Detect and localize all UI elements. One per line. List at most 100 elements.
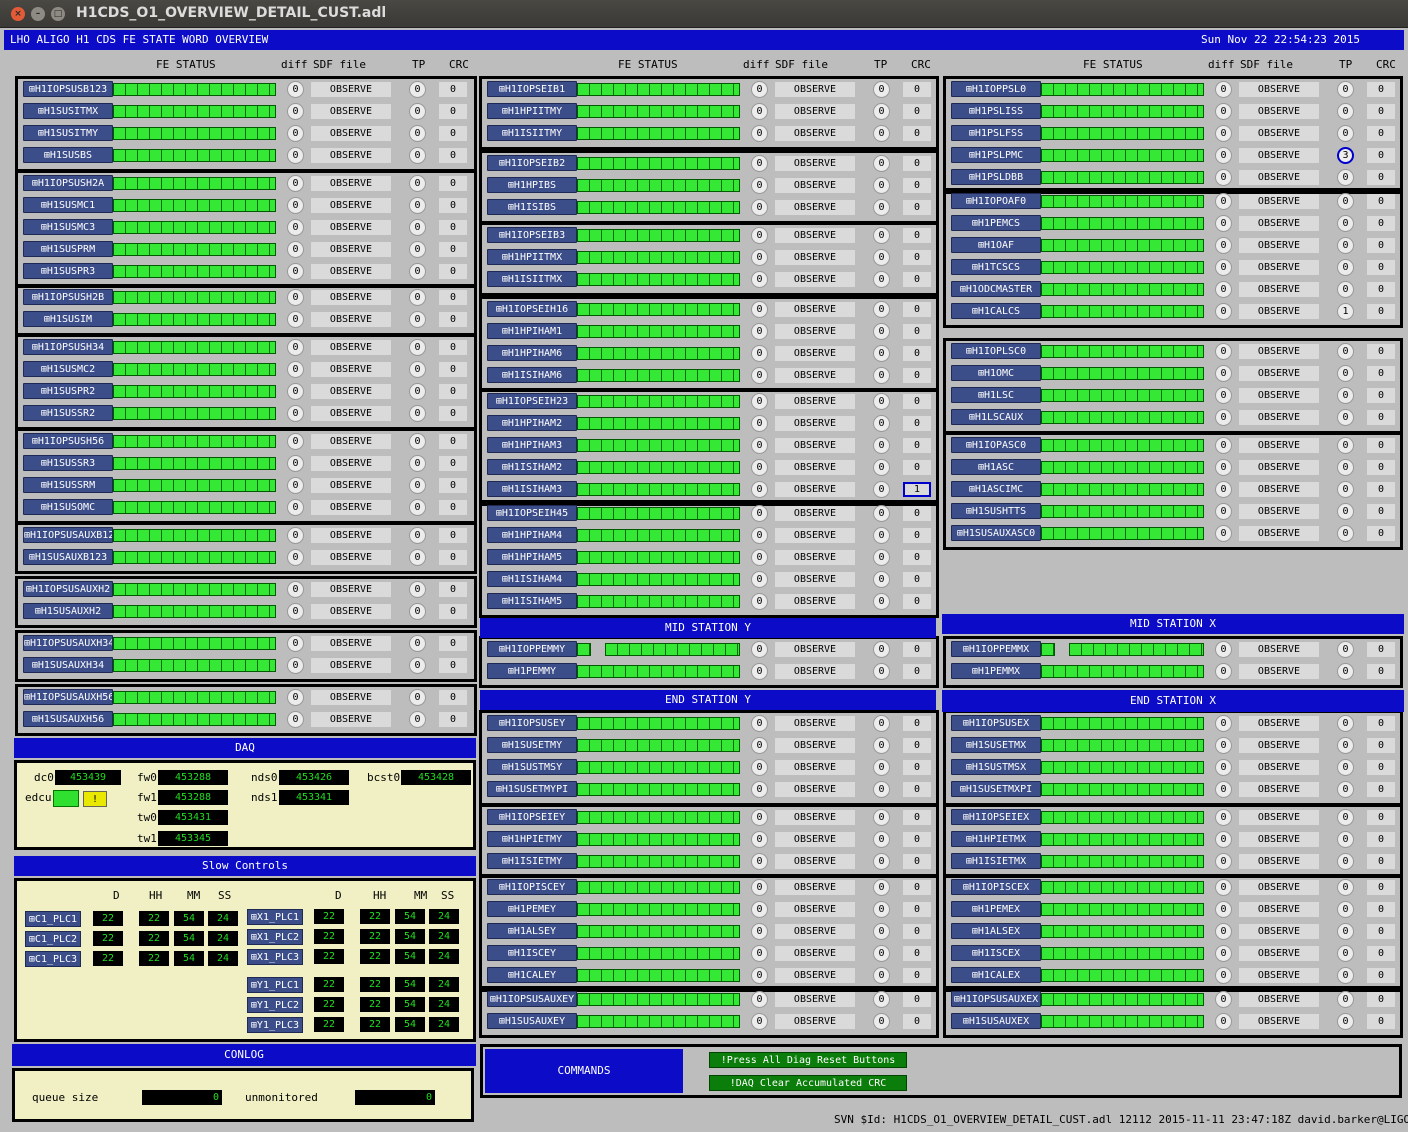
h1iscex-button[interactable]: ⊞H1ISCEX	[951, 945, 1041, 961]
h1iopasc0-button[interactable]: ⊞H1IOPASC0	[951, 437, 1041, 453]
h1asc-button[interactable]: ⊞H1ASC	[951, 459, 1041, 475]
h1sussr2-button[interactable]: ⊞H1SUSSR2	[23, 405, 113, 421]
h1iscey-button[interactable]: ⊞H1ISCEY	[487, 945, 577, 961]
h1susauxh2-button[interactable]: ⊞H1SUSAUXH2	[23, 603, 113, 619]
h1hpiham4-button[interactable]: ⊞H1HPIHAM4	[487, 527, 577, 543]
h1iopiscex-button[interactable]: ⊞H1IOPISCEX	[951, 879, 1041, 895]
h1iopseiey-button[interactable]: ⊞H1IOPSEIEY	[487, 809, 577, 825]
h1sussr3-button[interactable]: ⊞H1SUSSR3	[23, 455, 113, 471]
h1ioppsl0-button[interactable]: ⊞H1IOPPSL0	[951, 81, 1041, 97]
h1iopsusb123-button[interactable]: ⊞H1IOPSUSB123	[23, 81, 113, 97]
h1susauxb123-button[interactable]: ⊞H1SUSAUXB123	[23, 549, 113, 565]
h1ioppemmx-button[interactable]: ⊞H1IOPPEMMX	[951, 641, 1041, 657]
h1isietmx-button[interactable]: ⊞H1ISIETMX	[951, 853, 1041, 869]
h1calex-button[interactable]: ⊞H1CALEX	[951, 967, 1041, 983]
h1sussrm-button[interactable]: ⊞H1SUSSRM	[23, 477, 113, 493]
h1susauxh56-button[interactable]: ⊞H1SUSAUXH56	[23, 711, 113, 727]
h1susetmypi-button[interactable]: ⊞H1SUSETMYPI	[487, 781, 577, 797]
h1pemcs-button[interactable]: ⊞H1PEMCS	[951, 215, 1041, 231]
h1omc-button[interactable]: ⊞H1OMC	[951, 365, 1041, 381]
h1hpietmy-button[interactable]: ⊞H1HPIETMY	[487, 831, 577, 847]
h1susauxh34-button[interactable]: ⊞H1SUSAUXH34	[23, 657, 113, 673]
h1susauxex-button[interactable]: ⊞H1SUSAUXEX	[951, 1013, 1041, 1029]
h1hpietmx-button[interactable]: ⊞H1HPIETMX	[951, 831, 1041, 847]
minimize-icon[interactable]: –	[31, 7, 45, 21]
y1-plc1-button[interactable]: ⊞Y1_PLC1	[247, 977, 303, 993]
h1isiham5-button[interactable]: ⊞H1ISIHAM5	[487, 593, 577, 609]
h1susetmxpi-button[interactable]: ⊞H1SUSETMXPI	[951, 781, 1041, 797]
h1ioppemmy-button[interactable]: ⊞H1IOPPEMMY	[487, 641, 577, 657]
h1susbs-button[interactable]: ⊞H1SUSBS	[23, 147, 113, 163]
h1iopoaf0-button[interactable]: ⊞H1IOPOAF0	[951, 193, 1041, 209]
h1iopseib3-button[interactable]: ⊞H1IOPSEIB3	[487, 227, 577, 243]
h1isiham3-button[interactable]: ⊞H1ISIHAM3	[487, 481, 577, 497]
h1hpiham1-button[interactable]: ⊞H1HPIHAM1	[487, 323, 577, 339]
h1pemey-button[interactable]: ⊞H1PEMEY	[487, 901, 577, 917]
h1lsc-button[interactable]: ⊞H1LSC	[951, 387, 1041, 403]
h1iopsusey-button[interactable]: ⊞H1IOPSUSEY	[487, 715, 577, 731]
h1susitmx-button[interactable]: ⊞H1SUSITMX	[23, 103, 113, 119]
h1tcscs-button[interactable]: ⊞H1TCSCS	[951, 259, 1041, 275]
h1iopsusauxb12-button[interactable]: ⊞H1IOPSUSAUXB12	[23, 527, 113, 543]
h1iopsusauxex-button[interactable]: ⊞H1IOPSUSAUXEX	[951, 991, 1041, 1007]
h1iopsusauxh34-button[interactable]: ⊞H1IOPSUSAUXH34	[23, 635, 113, 651]
c1-plc3-button[interactable]: ⊞C1_PLC3	[25, 951, 81, 967]
x1-plc3-button[interactable]: ⊞X1_PLC3	[247, 949, 303, 965]
h1susprm-button[interactable]: ⊞H1SUSPRM	[23, 241, 113, 257]
h1caley-button[interactable]: ⊞H1CALEY	[487, 967, 577, 983]
h1pemmx-button[interactable]: ⊞H1PEMMX	[951, 663, 1041, 679]
h1isietmy-button[interactable]: ⊞H1ISIETMY	[487, 853, 577, 869]
h1iopseib1-button[interactable]: ⊞H1IOPSEIB1	[487, 81, 577, 97]
h1psldbb-button[interactable]: ⊞H1PSLDBB	[951, 169, 1041, 185]
h1hpiitmx-button[interactable]: ⊞H1HPIITMX	[487, 249, 577, 265]
h1oaf-button[interactable]: ⊞H1OAF	[951, 237, 1041, 253]
maximize-icon[interactable]: □	[51, 7, 65, 21]
h1sustmsx-button[interactable]: ⊞H1SUSTMSX	[951, 759, 1041, 775]
h1psliss-button[interactable]: ⊞H1PSLISS	[951, 103, 1041, 119]
y1-plc2-button[interactable]: ⊞Y1_PLC2	[247, 997, 303, 1013]
h1suspr3-button[interactable]: ⊞H1SUSPR3	[23, 263, 113, 279]
h1susim-button[interactable]: ⊞H1SUSIM	[23, 311, 113, 327]
x1-plc1-button[interactable]: ⊞X1_PLC1	[247, 909, 303, 925]
clear-crc-button[interactable]: !DAQ Clear Accumulated CRC	[709, 1075, 907, 1091]
h1isibs-button[interactable]: ⊞H1ISIBS	[487, 199, 577, 215]
h1alsey-button[interactable]: ⊞H1ALSEY	[487, 923, 577, 939]
h1iopsush56-button[interactable]: ⊞H1IOPSUSH56	[23, 433, 113, 449]
h1iopsush34-button[interactable]: ⊞H1IOPSUSH34	[23, 339, 113, 355]
h1lscaux-button[interactable]: ⊞H1LSCAUX	[951, 409, 1041, 425]
h1hpiitmy-button[interactable]: ⊞H1HPIITMY	[487, 103, 577, 119]
h1isiitmx-button[interactable]: ⊞H1ISIITMX	[487, 271, 577, 287]
h1iopsush2a-button[interactable]: ⊞H1IOPSUSH2A	[23, 175, 113, 191]
h1hpiham2-button[interactable]: ⊞H1HPIHAM2	[487, 415, 577, 431]
h1ascimc-button[interactable]: ⊞H1ASCIMC	[951, 481, 1041, 497]
h1alsex-button[interactable]: ⊞H1ALSEX	[951, 923, 1041, 939]
h1susetmy-button[interactable]: ⊞H1SUSETMY	[487, 737, 577, 753]
h1iopsusauxey-button[interactable]: ⊞H1IOPSUSAUXEY	[487, 991, 577, 1007]
h1pslpmc-button[interactable]: ⊞H1PSLPMC	[951, 147, 1041, 163]
h1sustmsy-button[interactable]: ⊞H1SUSTMSY	[487, 759, 577, 775]
h1calcs-button[interactable]: ⊞H1CALCS	[951, 303, 1041, 319]
h1hpiham6-button[interactable]: ⊞H1HPIHAM6	[487, 345, 577, 361]
h1hpiham3-button[interactable]: ⊞H1HPIHAM3	[487, 437, 577, 453]
h1iopseiex-button[interactable]: ⊞H1IOPSEIEX	[951, 809, 1041, 825]
h1iopseih16-button[interactable]: ⊞H1IOPSEIH16	[487, 301, 577, 317]
h1isiham2-button[interactable]: ⊞H1ISIHAM2	[487, 459, 577, 475]
y1-plc3-button[interactable]: ⊞Y1_PLC3	[247, 1017, 303, 1033]
h1sushtts-button[interactable]: ⊞H1SUSHTTS	[951, 503, 1041, 519]
h1iopseih45-button[interactable]: ⊞H1IOPSEIH45	[487, 505, 577, 521]
h1susauxasc0-button[interactable]: ⊞H1SUSAUXASC0	[951, 525, 1041, 541]
h1isiham6-button[interactable]: ⊞H1ISIHAM6	[487, 367, 577, 383]
h1pemex-button[interactable]: ⊞H1PEMEX	[951, 901, 1041, 917]
h1susmc1-button[interactable]: ⊞H1SUSMC1	[23, 197, 113, 213]
h1isiham4-button[interactable]: ⊞H1ISIHAM4	[487, 571, 577, 587]
close-icon[interactable]: ×	[11, 7, 25, 21]
h1iopiscey-button[interactable]: ⊞H1IOPISCEY	[487, 879, 577, 895]
h1susmc2-button[interactable]: ⊞H1SUSMC2	[23, 361, 113, 377]
h1iopsush2b-button[interactable]: ⊞H1IOPSUSH2B	[23, 289, 113, 305]
h1iopseib2-button[interactable]: ⊞H1IOPSEIB2	[487, 155, 577, 171]
h1iopsusauxh2-button[interactable]: ⊞H1IOPSUSAUXH2	[23, 581, 113, 597]
h1hpibs-button[interactable]: ⊞H1HPIBS	[487, 177, 577, 193]
h1susmc3-button[interactable]: ⊞H1SUSMC3	[23, 219, 113, 235]
h1susauxey-button[interactable]: ⊞H1SUSAUXEY	[487, 1013, 577, 1029]
h1pemmy-button[interactable]: ⊞H1PEMMY	[487, 663, 577, 679]
